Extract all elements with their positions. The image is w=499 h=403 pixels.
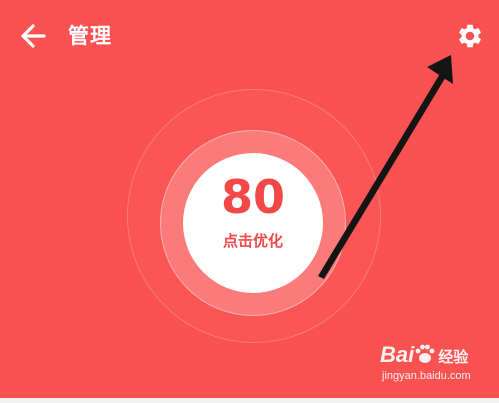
gear-icon bbox=[459, 24, 481, 48]
page-title: 管理 bbox=[68, 24, 112, 48]
score-value: 80 bbox=[220, 170, 285, 224]
optimize-score-button[interactable]: 80 点击优化 bbox=[183, 153, 323, 293]
arrow-left-icon bbox=[21, 24, 46, 48]
watermark-logo: Bai 经验 bbox=[380, 342, 469, 367]
watermark-url: jingyan.baidu.com bbox=[382, 370, 471, 382]
back-button[interactable] bbox=[18, 22, 50, 50]
watermark: Bai 经验 jingyan.baidu.com bbox=[380, 342, 490, 392]
optimizer-screen: 管理 80 点击优化 Bai 经验 jingyan.baidu.com bbox=[0, 0, 499, 398]
bottom-edge bbox=[0, 398, 499, 403]
paw-icon bbox=[415, 344, 435, 363]
optimize-label: 点击优化 bbox=[222, 232, 283, 250]
settings-button[interactable] bbox=[456, 22, 484, 50]
